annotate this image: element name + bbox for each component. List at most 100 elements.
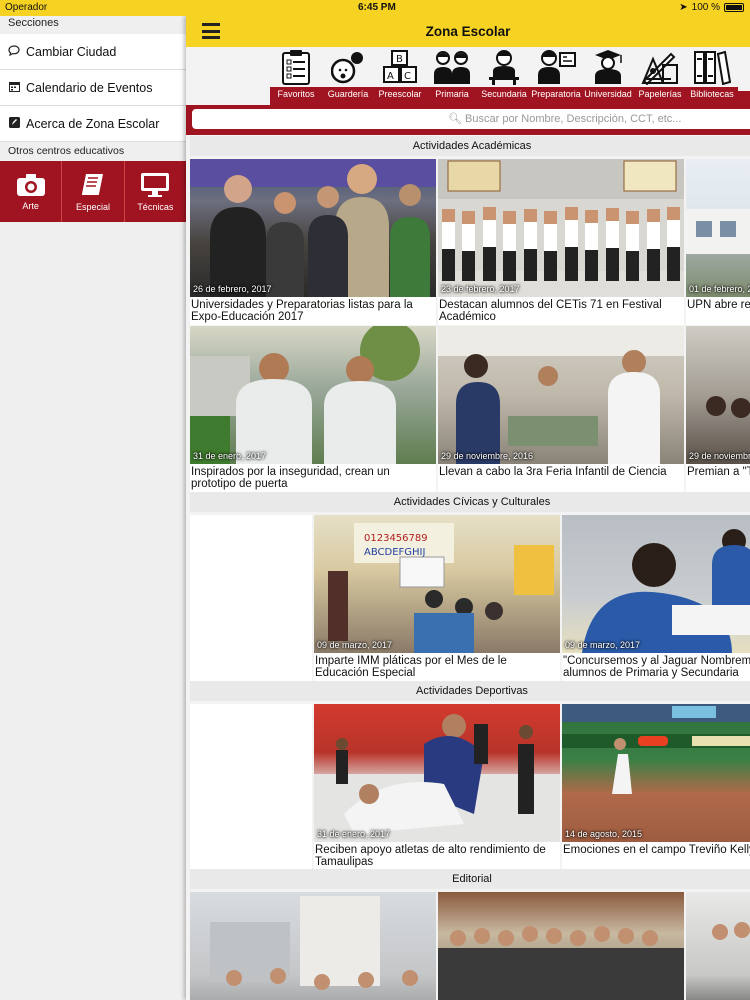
other-center-especial[interactable]: Especial [62, 161, 125, 222]
news-date: 23 de febrero, 2017 [441, 284, 520, 294]
news-image: 23 de febrero, 2017 [438, 159, 684, 297]
category-bibliotecas[interactable]: Bibliotecas [686, 47, 738, 105]
news-caption: UPN abre registro [686, 297, 750, 325]
baby-icon [331, 52, 363, 84]
sidebar-item-cambiar-ciudad[interactable]: Cambiar Ciudad [0, 34, 186, 70]
news-card[interactable]: 23 de febrero, 2017 Destacan alumnos del… [438, 159, 684, 325]
graduate-icon [595, 50, 622, 84]
sidebar-header: Secciones [0, 16, 186, 34]
camera-icon [16, 173, 45, 196]
sidebar-item-acerca[interactable]: Acerca de Zona Escolar [0, 106, 186, 142]
news-card[interactable] [190, 892, 436, 1000]
category-preescolar[interactable]: BAC Preescolar [374, 47, 426, 105]
news-caption: "Concursemos y al Jaguar Nombremos", alu… [562, 653, 750, 681]
info-square-icon [8, 116, 20, 131]
category-label: Bibliotecas [686, 87, 738, 101]
news-image: 31 de enero, 2017 [314, 704, 560, 842]
status-bar: Operador 6:45 PM ➤ 100 % [0, 0, 750, 16]
news-photo: 0123456789 ABCDEFGHIJ [328, 523, 554, 653]
news-caption: Inspirados por la inseguridad, crean un … [190, 464, 436, 492]
news-photo [686, 209, 750, 254]
category-papelerias[interactable]: Papelerías [634, 47, 686, 105]
news-card[interactable]: 31 de enero, 2017 Reciben apoyo atletas … [314, 704, 560, 870]
books-icon [694, 50, 731, 85]
carrier-label: Operador [5, 2, 48, 13]
news-photo [314, 714, 560, 842]
news-caption: Universidades y Preparatorias listas par… [190, 297, 436, 325]
news-photo [190, 159, 436, 297]
news-image: 29 de noviembre, 2016 [686, 326, 750, 464]
main-panel: Zona Escolar Favoritos Guardería BAC Pre… [186, 16, 750, 1000]
news-date: 09 de marzo, 2017 [317, 640, 393, 650]
news-caption: Premian a "Ta [686, 464, 750, 492]
nav-bar: Zona Escolar [186, 16, 750, 47]
category-guarderia[interactable]: Guardería [322, 47, 374, 105]
category-label: Guardería [322, 87, 374, 101]
news-date: 09 de marzo, 2017 [565, 640, 641, 650]
svg-text:A: A [387, 71, 394, 82]
news-date: 29 de noviembre, 2016 [441, 451, 534, 461]
category-universidad[interactable]: Universidad [582, 47, 634, 105]
clipboard-icon [282, 50, 310, 85]
other-center-label: Arte [22, 200, 39, 211]
news-image [438, 892, 684, 1000]
sidebar-item-calendario[interactable]: Calendario de Eventos [0, 70, 186, 106]
news-photo [706, 396, 750, 418]
monitor-icon [141, 172, 170, 197]
news-card[interactable] [686, 892, 750, 1000]
news-card[interactable]: 0123456789 ABCDEFGHIJ 09 de marzo, 2017 I… [314, 515, 560, 681]
category-favoritos[interactable]: Favoritos [270, 47, 322, 105]
news-card[interactable]: 01 de febrero, 2017 UPN abre registro [686, 159, 750, 325]
chat-bubble-icon [8, 44, 20, 59]
empty-slot [190, 515, 312, 681]
news-image: 31 de enero, 2017 [190, 326, 436, 464]
category-label: Papelerías [634, 87, 686, 101]
other-center-arte[interactable]: Arte [0, 161, 63, 222]
category-secundaria[interactable]: Secundaria [478, 47, 530, 105]
sidebar-item-label: Cambiar Ciudad [26, 44, 117, 59]
news-image: 26 de febrero, 2017 [190, 159, 436, 297]
category-preparatoria[interactable]: Preparatoria [530, 47, 582, 105]
svg-text:B: B [396, 54, 403, 65]
category-label: Preescolar [374, 87, 426, 101]
news-date: 31 de enero, 2017 [193, 451, 267, 461]
news-card[interactable]: 29 de noviembre, 2016 Premian a "Ta [686, 326, 750, 492]
news-photo [562, 704, 750, 794]
news-image: 0123456789 ABCDEFGHIJ 09 de marzo, 2017 [314, 515, 560, 653]
sidebar-item-label: Calendario de Eventos [26, 80, 153, 95]
clock: 6:45 PM [358, 2, 396, 13]
stationery-icon [641, 52, 678, 85]
sidebar-other-header: Otros centros educativos [0, 142, 186, 161]
category-label: Preparatoria [530, 87, 582, 101]
category-label: Secundaria [478, 87, 530, 101]
section-title-deportivas: Actividades Deportivas [190, 681, 750, 701]
news-image [190, 892, 436, 1000]
news-photo [190, 326, 420, 464]
news-photo [438, 326, 684, 464]
category-primaria[interactable]: Primaria [426, 47, 478, 105]
student-desk-icon [489, 50, 519, 85]
category-label: Primaria [426, 87, 478, 101]
news-card[interactable]: 29 de noviembre, 2016 Llevan a cabo la 3… [438, 326, 684, 492]
news-date: 26 de febrero, 2017 [193, 284, 272, 294]
news-card[interactable]: 31 de enero, 2017 Inspirados por la inse… [190, 326, 436, 492]
search-input[interactable]: 🔍︎ Buscar por Nombre, Descripción, CCT, … [192, 109, 750, 129]
news-card[interactable]: 14 de agosto, 2015 Emociones en el campo… [562, 704, 750, 870]
news-card[interactable]: 09 de marzo, 2017 "Concursemos y al Jagu… [562, 515, 750, 681]
news-card[interactable]: 26 de febrero, 2017 Universidades y Prep… [190, 159, 436, 325]
news-image [686, 892, 750, 1000]
news-card[interactable] [438, 892, 684, 1000]
other-center-label: Técnicas [137, 201, 174, 212]
news-date: 14 de agosto, 2015 [565, 829, 643, 839]
news-image: 29 de noviembre, 2016 [438, 326, 684, 464]
news-photo [712, 922, 750, 940]
section-title-editorial: Editorial [190, 869, 750, 889]
news-date: 29 de noviembre, 2016 [689, 451, 750, 461]
sidebar: Secciones Cambiar Ciudad Calendario de E… [0, 16, 186, 1000]
news-image: 14 de agosto, 2015 [562, 704, 750, 842]
category-label: Favoritos [270, 87, 322, 101]
other-center-tecnicas[interactable]: Técnicas [124, 161, 186, 222]
news-photo [438, 926, 684, 1000]
news-photo [582, 529, 750, 653]
news-caption: Llevan a cabo la 3ra Feria Infantil de C… [438, 464, 684, 492]
